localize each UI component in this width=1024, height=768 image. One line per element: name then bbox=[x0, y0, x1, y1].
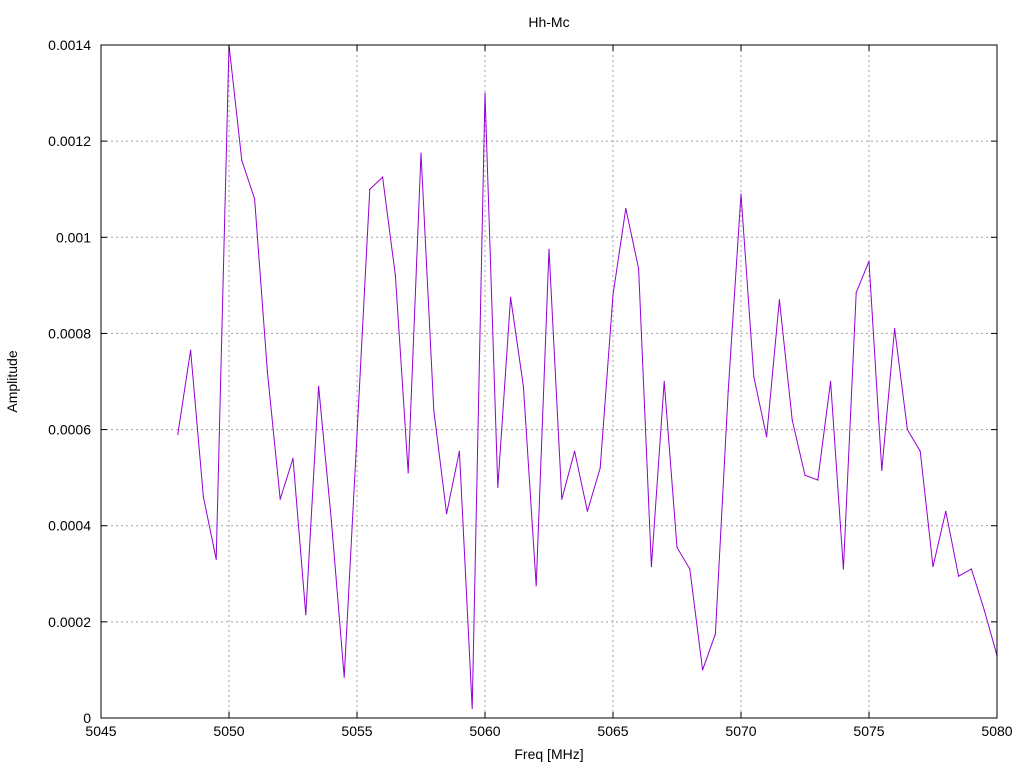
data-point bbox=[318, 385, 320, 387]
data-point bbox=[510, 296, 512, 298]
data-point bbox=[804, 474, 806, 476]
data-point bbox=[740, 193, 742, 195]
y-tick-label: 0.0004 bbox=[48, 518, 91, 534]
data-point bbox=[766, 436, 768, 438]
data-point bbox=[842, 568, 845, 570]
data-point bbox=[586, 510, 589, 512]
data-point bbox=[599, 467, 601, 469]
x-tick-label: 5065 bbox=[597, 723, 628, 739]
chart-title: Hh-Mc bbox=[528, 14, 569, 30]
data-point bbox=[881, 469, 883, 472]
data-point bbox=[983, 609, 985, 611]
data-point bbox=[855, 291, 857, 294]
data-point bbox=[330, 520, 332, 522]
y-tick-label: 0.0014 bbox=[48, 37, 91, 53]
data-point bbox=[407, 472, 409, 474]
x-tick-label: 5050 bbox=[213, 723, 244, 739]
data-point bbox=[868, 260, 870, 262]
data-point bbox=[830, 380, 832, 383]
data-point bbox=[254, 198, 256, 200]
data-point bbox=[702, 669, 704, 671]
data-point bbox=[945, 510, 947, 512]
x-tick-label: 5060 bbox=[469, 723, 500, 739]
data-point bbox=[791, 419, 793, 421]
data-point bbox=[522, 385, 525, 387]
data-point bbox=[497, 486, 499, 488]
data-point bbox=[382, 176, 384, 178]
data-point bbox=[676, 546, 678, 548]
chart-background bbox=[0, 0, 1024, 768]
data-point bbox=[369, 188, 371, 190]
data-point bbox=[241, 159, 243, 161]
data-point bbox=[625, 207, 627, 210]
data-point bbox=[650, 565, 653, 568]
x-axis-label: Freq [MHz] bbox=[514, 746, 583, 762]
data-point bbox=[420, 152, 422, 154]
data-point bbox=[266, 371, 268, 373]
data-point bbox=[727, 390, 729, 392]
x-tick-label: 5055 bbox=[341, 723, 372, 739]
data-point bbox=[458, 450, 460, 452]
data-point bbox=[292, 457, 294, 460]
data-point bbox=[279, 498, 281, 500]
data-point bbox=[471, 707, 473, 709]
data-point bbox=[970, 568, 973, 570]
data-point bbox=[305, 614, 307, 616]
data-point bbox=[433, 409, 435, 411]
data-point bbox=[215, 558, 217, 560]
data-point bbox=[663, 380, 665, 383]
y-axis-label: Amplitude bbox=[4, 350, 20, 412]
data-point bbox=[932, 565, 934, 568]
y-tick-label: 0.0008 bbox=[48, 325, 91, 341]
data-point bbox=[190, 349, 192, 351]
x-tick-label: 5070 bbox=[725, 723, 756, 739]
data-point bbox=[535, 585, 537, 587]
data-point bbox=[714, 633, 717, 635]
data-point bbox=[202, 496, 204, 498]
data-point bbox=[612, 294, 614, 296]
data-point bbox=[753, 376, 755, 378]
y-tick-label: 0.0006 bbox=[48, 422, 91, 438]
data-point bbox=[548, 248, 550, 250]
y-tick-label: 0 bbox=[83, 710, 91, 726]
data-point bbox=[394, 275, 396, 277]
y-tick-label: 0.0012 bbox=[48, 133, 91, 149]
data-point bbox=[817, 479, 819, 481]
data-point bbox=[561, 498, 563, 500]
y-tick-label: 0.0002 bbox=[48, 614, 91, 630]
y-tick-label: 0.001 bbox=[56, 229, 91, 245]
x-tick-label: 5075 bbox=[853, 723, 884, 739]
data-point bbox=[958, 575, 960, 577]
data-point bbox=[356, 433, 358, 435]
chart: 5045 5050 5055 5060 5065 5070 5075 508000.00020… bbox=[0, 0, 1024, 768]
data-point bbox=[689, 568, 691, 570]
data-point bbox=[894, 328, 896, 330]
x-tick-label: 5080 bbox=[981, 723, 1012, 739]
data-point bbox=[343, 676, 345, 678]
data-point bbox=[446, 513, 448, 515]
data-point bbox=[574, 450, 576, 452]
data-point bbox=[177, 433, 179, 435]
data-point bbox=[919, 450, 921, 452]
data-point bbox=[778, 299, 781, 301]
data-point bbox=[638, 267, 640, 270]
data-point bbox=[484, 92, 486, 94]
data-point bbox=[906, 428, 909, 431]
